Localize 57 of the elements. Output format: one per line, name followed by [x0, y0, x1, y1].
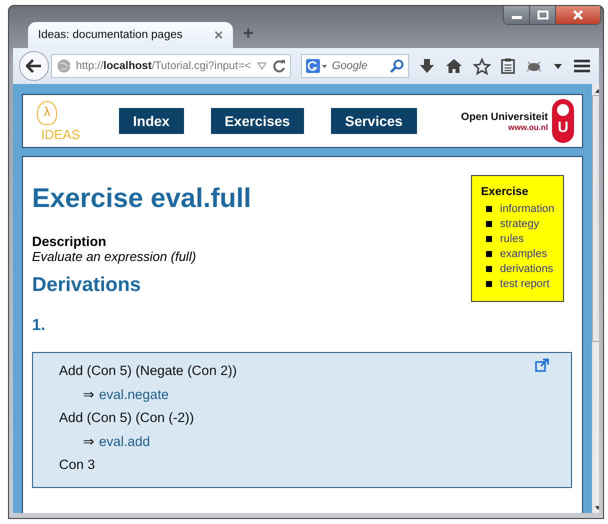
reload-icon[interactable]: [272, 59, 285, 73]
sidebar-link[interactable]: examples: [500, 248, 548, 260]
close-tab-button[interactable]: ×: [214, 26, 223, 44]
nav-button[interactable]: Services: [330, 108, 417, 134]
globe-icon: [57, 59, 70, 73]
university-name: Open Universiteit: [461, 110, 548, 122]
description-label: Description: [32, 234, 106, 249]
search-icon[interactable]: [390, 59, 404, 73]
browser-tab[interactable]: Ideas: documentation pages ×: [28, 22, 233, 48]
bug-icon[interactable]: [525, 59, 543, 73]
expression-text: Con 3: [59, 456, 96, 474]
university-logo: U: [552, 99, 574, 143]
sidebar-link[interactable]: strategy: [500, 218, 540, 230]
arrow-symbol: ⇒: [83, 432, 95, 450]
sidebar-link[interactable]: test report: [500, 278, 550, 290]
arrow-symbol: ⇒: [83, 386, 95, 404]
sidebar-link[interactable]: rules: [500, 232, 524, 244]
maximize-icon: [536, 10, 548, 20]
expression-text: Add (Con 5) (Negate (Con 2)): [59, 362, 237, 380]
search-field[interactable]: Google: [301, 54, 409, 78]
close-icon: [572, 10, 584, 20]
bullet-icon: [486, 206, 492, 212]
page-title: Exercise eval.full: [32, 183, 252, 214]
derivation-number: 1.: [32, 317, 46, 335]
external-link-icon[interactable]: [535, 358, 549, 372]
home-icon[interactable]: [445, 58, 463, 74]
back-arrow-icon: [26, 59, 42, 73]
bullet-icon: [486, 266, 492, 272]
minimize-button[interactable]: [504, 6, 530, 24]
google-icon[interactable]: [306, 59, 328, 73]
rule-link[interactable]: eval.add: [99, 432, 150, 455]
download-icon[interactable]: [419, 58, 435, 74]
back-button[interactable]: [19, 51, 49, 81]
nav-button[interactable]: Exercises: [210, 108, 304, 134]
section-title: Derivations: [32, 274, 141, 297]
close-window-button[interactable]: [556, 6, 600, 24]
sidebar-title: Exercise: [481, 186, 530, 198]
logo-text: IDEAS: [41, 127, 80, 142]
sidebar-link[interactable]: information: [500, 202, 554, 214]
bullet-icon: [486, 250, 492, 256]
expression-text: Add (Con 5) (Con (-2)): [59, 409, 194, 427]
clipboard-icon[interactable]: [501, 58, 515, 74]
bullet-icon: [486, 280, 492, 286]
university-url: www.ou.nl: [508, 122, 548, 132]
bullet-icon: [486, 220, 492, 226]
sidebar-link[interactable]: derivations: [500, 262, 554, 274]
caret-icon[interactable]: [553, 62, 563, 70]
description-text: Evaluate an expression (full): [32, 249, 196, 264]
rule-link[interactable]: eval.negate: [99, 384, 169, 408]
address-bar[interactable]: http://localhost/Tutorial.cgi?input=<: [51, 54, 291, 78]
dropdown-icon[interactable]: [256, 62, 266, 70]
bulb-logo: λ: [37, 101, 57, 125]
nav-button[interactable]: Index: [119, 108, 184, 134]
menu-icon[interactable]: [573, 58, 591, 74]
bullet-icon: [486, 236, 492, 242]
maximize-button[interactable]: [530, 6, 556, 24]
star-icon[interactable]: [473, 58, 491, 74]
